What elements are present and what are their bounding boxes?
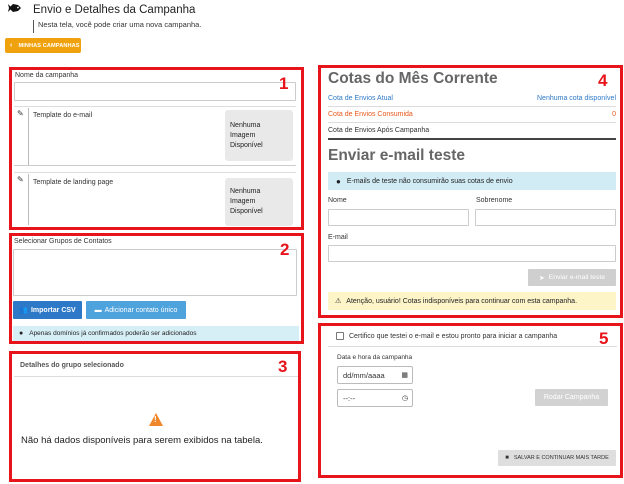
add-single-contact-button[interactable]: ▬ Adicionar contato único: [86, 301, 186, 319]
email-input[interactable]: [328, 245, 616, 262]
last-name-label: Sobrenome: [476, 197, 513, 204]
contact-card-icon: ▬: [94, 306, 102, 314]
warning-icon: ⚠: [335, 298, 342, 305]
group-details-divider: [14, 376, 298, 377]
quota-divider-1: [328, 106, 616, 107]
page-subtitle: Nesta tela, você pode criar uma nova cam…: [38, 20, 202, 29]
contact-groups-select[interactable]: [13, 249, 297, 296]
landing-template-vline: [28, 174, 29, 225]
campaign-name-input[interactable]: [14, 82, 296, 101]
landing-template-label: Template de landing page: [33, 179, 114, 186]
chevron-left-icon: ‹: [10, 42, 13, 49]
time-placeholder: --:--: [343, 393, 356, 403]
no-image-line-3: Disponível: [230, 208, 263, 215]
landing-template-preview[interactable]: Nenhuma Imagem Disponível: [225, 178, 293, 226]
rocket-fish-logo-icon: [8, 2, 22, 15]
date-input[interactable]: dd/mm/aaaa ▦: [337, 366, 413, 384]
subtitle-divider: [33, 20, 34, 33]
email-label: E-mail: [328, 234, 348, 241]
users-icon: 👥: [19, 307, 28, 314]
no-image-line-1: Nenhuma: [230, 121, 261, 129]
landing-template-divider: [14, 172, 296, 173]
quota-warning-text: Atenção, usuário! Cotas indisponíveis pa…: [346, 297, 578, 305]
datetime-label: Data e hora da campanha: [337, 354, 413, 361]
annotation-number-3: 3: [278, 357, 288, 376]
test-email-info-text: E-mails de teste não consumirão suas cot…: [346, 177, 513, 185]
paper-plane-icon: ➤: [539, 274, 545, 282]
quota-title: Cotas do Mês Corrente: [328, 70, 498, 87]
time-input[interactable]: --:-- ◷: [337, 389, 413, 407]
email-template-preview[interactable]: Nenhuma Imagem Disponível: [225, 110, 293, 161]
no-image-line-2: Imagem: [230, 131, 256, 139]
my-campaigns-label: MINHAS CAMPANHAS: [18, 42, 80, 49]
test-email-info: ● E-mails de teste não consumirão suas c…: [328, 172, 616, 190]
edit-email-template-pencil-icon[interactable]: ✎: [17, 109, 24, 118]
save-continue-later-label: SALVAR E CONTINUAR MAIS TARDE: [513, 455, 609, 461]
annotation-number-2: 2: [280, 240, 290, 259]
current-quota-value: Nenhuma cota disponível: [537, 95, 616, 102]
first-name-input[interactable]: [328, 209, 469, 226]
edit-landing-template-pencil-icon[interactable]: ✎: [17, 175, 24, 184]
contact-groups-label: Selecionar Grupos de Contatos: [14, 238, 112, 245]
annotation-number-1: 1: [279, 74, 289, 93]
domains-info-bar: ● Apenas domínios já confirmados poderão…: [13, 326, 299, 341]
group-details-title: Detalhes do grupo selecionado: [20, 362, 124, 369]
no-image-line-3: Disponível: [230, 141, 263, 149]
current-quota-label: Cota de Envios Atual: [328, 95, 393, 102]
test-email-title: Enviar e-mail teste: [328, 147, 465, 164]
page-title: Envio e Detalhes da Campanha: [33, 4, 196, 16]
quota-divider-2: [328, 122, 616, 123]
warning-triangle-icon: !: [149, 413, 163, 426]
run-campaign-label: Rodar Campanha: [543, 394, 600, 401]
calendar-icon: ▦: [401, 372, 408, 379]
first-name-label: Nome: [328, 197, 347, 204]
email-template-label: Template do e-mail: [33, 112, 93, 119]
quota-bottom-rule: [328, 138, 616, 140]
add-single-contact-label: Adicionar contato único: [104, 306, 178, 314]
no-image-line-2: Imagem: [230, 198, 256, 205]
run-campaign-button[interactable]: Rodar Campanha: [535, 389, 608, 406]
consumed-quota-label: Cota de Envios Consumida: [328, 111, 413, 118]
send-test-email-label: Enviar e-mail teste: [548, 274, 605, 281]
email-template-vline: [28, 108, 29, 165]
send-test-email-button[interactable]: ➤ Enviar e-mail teste: [528, 269, 616, 286]
save-continue-later-button[interactable]: ■ SALVAR E CONTINUAR MAIS TARDE: [498, 450, 616, 466]
domains-info-text: Apenas domínios já confirmados poderão s…: [29, 330, 197, 337]
template-separator: [14, 165, 296, 166]
consumed-quota-value: 0: [612, 111, 616, 118]
import-csv-label: Importar CSV: [30, 306, 76, 314]
my-campaigns-button[interactable]: ‹ MINHAS CAMPANHAS: [5, 38, 81, 53]
date-placeholder: dd/mm/aaaa: [343, 370, 385, 380]
clock-icon: ◷: [401, 395, 408, 402]
annotation-number-4: 4: [598, 71, 608, 90]
email-template-divider: [14, 106, 296, 107]
after-campaign-quota-label: Cota de Envios Após Campanha: [328, 127, 430, 134]
confirm-test-label: Certifico que testei o e-mail e estou pr…: [349, 333, 558, 340]
floppy-disk-icon: ■: [505, 455, 509, 461]
no-data-message: Não há dados disponíveis para serem exib…: [21, 435, 263, 446]
no-image-line-1: Nenhuma: [230, 188, 261, 195]
import-csv-button[interactable]: 👥 Importar CSV: [13, 301, 82, 319]
annotation-number-5: 5: [599, 329, 609, 348]
info-circle-icon: ●: [336, 176, 341, 186]
last-name-input[interactable]: [475, 209, 616, 226]
campaign-name-label: Nome da campanha: [15, 72, 79, 79]
quota-warning: ⚠ Atenção, usuário! Cotas indisponíveis …: [328, 292, 616, 310]
launch-divider: [328, 346, 617, 347]
info-circle-icon: ●: [19, 330, 24, 337]
confirm-test-checkbox[interactable]: [336, 332, 344, 340]
